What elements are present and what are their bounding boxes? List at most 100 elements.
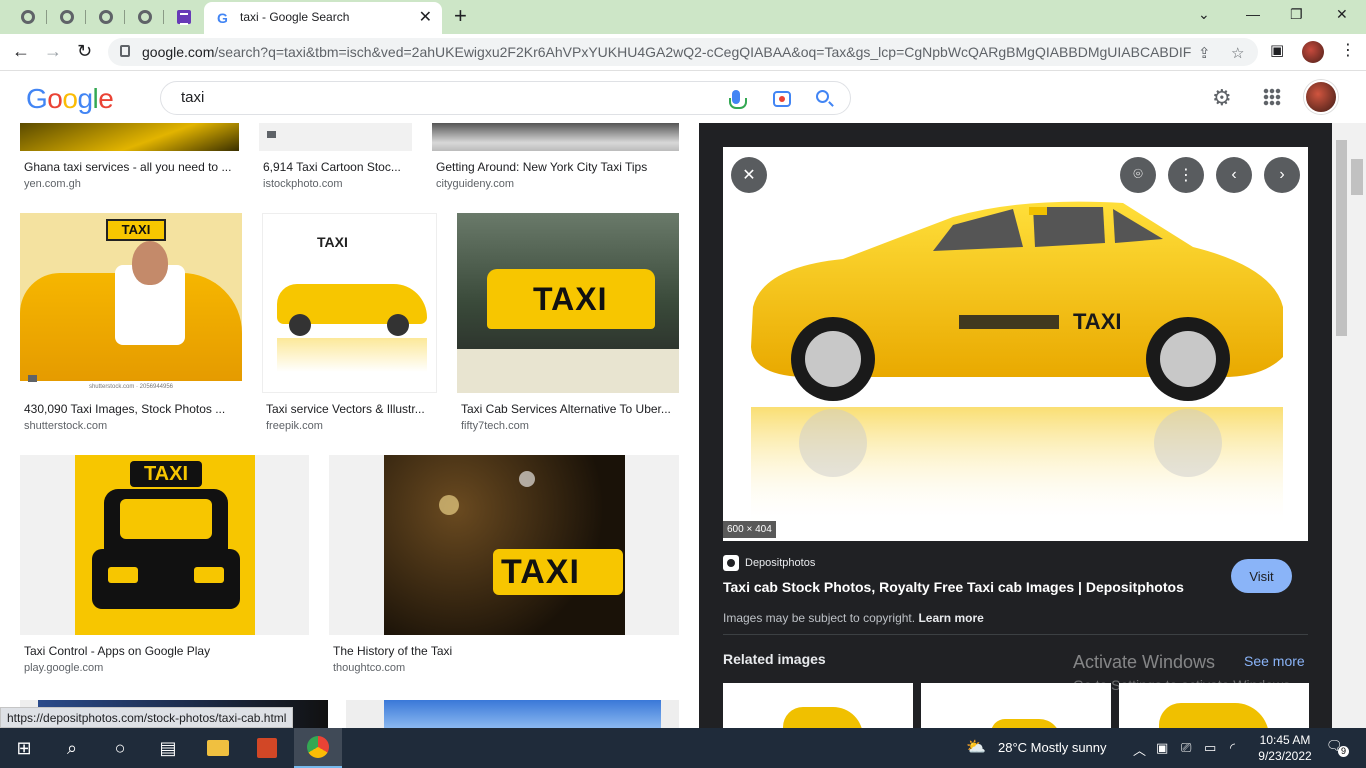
url-path: /search?q=taxi&tbm=isch&ved=2ahUKEwigxu2… [214, 44, 1192, 60]
search-input[interactable] [181, 89, 681, 106]
bokeh-light [439, 495, 459, 515]
close-window-button[interactable]: ✕ [1336, 6, 1348, 23]
result-thumbnail[interactable]: TAXI [457, 213, 679, 393]
profile-avatar[interactable] [1302, 41, 1324, 63]
task-view-icon[interactable]: ▤ [144, 728, 192, 768]
result-caption[interactable]: The History of the Taxi [333, 644, 673, 658]
result-thumbnail[interactable]: TAXI [20, 455, 309, 635]
result-caption[interactable]: Taxi Control - Apps on Google Play [24, 644, 304, 658]
powerpoint-icon[interactable] [243, 728, 291, 768]
settings-gear-icon[interactable]: ⚙ [1212, 85, 1232, 111]
result-thumbnail[interactable] [346, 700, 679, 728]
learn-more-link[interactable]: Learn more [918, 611, 983, 625]
tab-globe-icon[interactable] [56, 6, 78, 28]
notification-count: 9 [1338, 746, 1349, 757]
copyright-text: Images may be subject to copyright. [723, 611, 916, 625]
lock-icon[interactable] [120, 45, 130, 57]
result-thumbnail[interactable] [259, 123, 412, 151]
result-source[interactable]: fifty7tech.com [461, 420, 529, 432]
see-more-link[interactable]: See more [1244, 653, 1305, 669]
tray-chevron-icon[interactable]: ︿ [1133, 740, 1146, 759]
cortana-icon[interactable]: ○ [96, 728, 144, 768]
bookmark-star-icon[interactable]: ☆ [1231, 44, 1244, 62]
next-icon[interactable]: › [1264, 157, 1300, 193]
related-image[interactable] [723, 683, 913, 728]
reload-icon[interactable]: ↻ [77, 41, 92, 62]
windows-start-icon[interactable]: ⊞ [0, 728, 48, 768]
logo-letter: o [47, 83, 63, 114]
more-options-icon[interactable]: ⋮ [1168, 157, 1204, 193]
taskbar-search-icon[interactable]: ⌕ [48, 728, 96, 768]
side-panel-icon[interactable]: ▣ [1270, 41, 1284, 59]
weather-icon[interactable]: ⛅ [966, 737, 986, 757]
tab-forms-icon[interactable] [173, 6, 195, 28]
lens-icon[interactable] [773, 91, 791, 107]
lens-search-icon[interactable]: ⌾ [1120, 157, 1156, 193]
google-logo[interactable]: Google [26, 83, 114, 115]
apps-grid-icon[interactable] [1263, 88, 1281, 106]
result-thumbnail[interactable]: TAXI [262, 213, 437, 393]
related-image[interactable] [921, 683, 1111, 728]
image-preview-panel: TAXI ✕ ⌾ ⋮ ‹ › 600 × 404 Depositphotos T… [699, 123, 1332, 728]
panel-scrollbar-thumb[interactable] [1336, 140, 1347, 336]
headlight [194, 567, 224, 583]
battery-icon[interactable]: ▭ [1204, 740, 1216, 756]
file-explorer-icon[interactable] [194, 728, 242, 768]
result-thumbnail[interactable] [20, 123, 239, 151]
tab-close-icon[interactable]: ✕ [419, 7, 432, 27]
source-site[interactable]: Depositphotos [723, 555, 815, 571]
result-source[interactable]: yen.com.gh [24, 178, 81, 190]
result-caption[interactable]: 6,914 Taxi Cartoon Stoc... [263, 160, 411, 174]
restore-button[interactable]: ❐ [1290, 6, 1303, 23]
result-thumbnail[interactable]: TAXI shutterstock.com · 2056944956 [20, 213, 242, 393]
wifi-icon[interactable]: ◜ [1230, 740, 1235, 756]
result-caption[interactable]: Getting Around: New York City Taxi Tips [436, 160, 676, 174]
share-icon[interactable]: ⇪ [1198, 44, 1211, 62]
result-source[interactable]: shutterstock.com [24, 420, 107, 432]
result-source[interactable]: cityguideny.com [436, 178, 514, 190]
result-source[interactable]: istockphoto.com [263, 178, 342, 190]
tray-app-icon[interactable]: ▣ [1156, 740, 1168, 756]
preview-image[interactable]: TAXI [723, 147, 1308, 541]
new-tab-button[interactable]: + [454, 3, 467, 29]
tab-search-icon[interactable]: ⌄ [1198, 6, 1210, 23]
previous-icon[interactable]: ‹ [1216, 157, 1252, 193]
account-avatar[interactable] [1304, 80, 1338, 114]
search-box[interactable] [160, 81, 851, 115]
result-caption[interactable]: Taxi Cab Services Alternative To Uber... [461, 402, 677, 416]
result-caption[interactable]: Ghana taxi services - all you need to ..… [24, 160, 238, 174]
weather-text[interactable]: 28°C Mostly sunny [998, 740, 1107, 755]
result-source[interactable]: play.google.com [24, 662, 103, 674]
tab-separator [85, 10, 86, 24]
url-text: google.com/search?q=taxi&tbm=isch&ved=2a… [142, 44, 1192, 60]
chrome-taskbar-icon[interactable] [294, 728, 342, 768]
result-thumbnail[interactable] [432, 123, 679, 151]
tab-globe-icon[interactable] [95, 6, 117, 28]
result-source[interactable]: thoughtco.com [333, 662, 405, 674]
back-icon[interactable]: ← [12, 41, 30, 62]
forward-icon[interactable]: → [44, 41, 62, 62]
chrome-menu-icon[interactable]: ⋮ [1340, 40, 1356, 60]
result-thumbnail[interactable]: TAXI [329, 455, 679, 635]
tab-active[interactable]: G taxi - Google Search ✕ [204, 2, 442, 34]
minimize-button[interactable]: — [1246, 6, 1260, 22]
related-image[interactable] [1119, 683, 1309, 728]
google-favicon-icon: G [217, 10, 228, 26]
page-scrollbar-thumb[interactable] [1351, 159, 1363, 195]
related-images-heading: Related images [723, 651, 826, 667]
result-caption[interactable]: 430,090 Taxi Images, Stock Photos ... [24, 402, 236, 416]
tray-usb-icon[interactable]: ⎚ [1181, 740, 1191, 756]
mic-icon[interactable] [729, 90, 747, 109]
car-reflection [277, 338, 427, 372]
tab-globe-icon[interactable] [17, 6, 39, 28]
preview-title[interactable]: Taxi cab Stock Photos, Royalty Free Taxi… [723, 579, 1184, 595]
tab-globe-icon[interactable] [134, 6, 156, 28]
visit-button[interactable]: Visit [1231, 559, 1292, 593]
result-source[interactable]: freepik.com [266, 420, 323, 432]
clock[interactable]: 10:45 AM 9/23/2022 [1256, 732, 1314, 764]
address-bar[interactable]: google.com/search?q=taxi&tbm=isch&ved=2a… [108, 38, 1258, 66]
tab-separator [124, 10, 125, 24]
result-caption[interactable]: Taxi service Vectors & Illustr... [266, 402, 434, 416]
close-preview-icon[interactable]: ✕ [731, 157, 767, 193]
search-icon[interactable] [816, 90, 829, 103]
